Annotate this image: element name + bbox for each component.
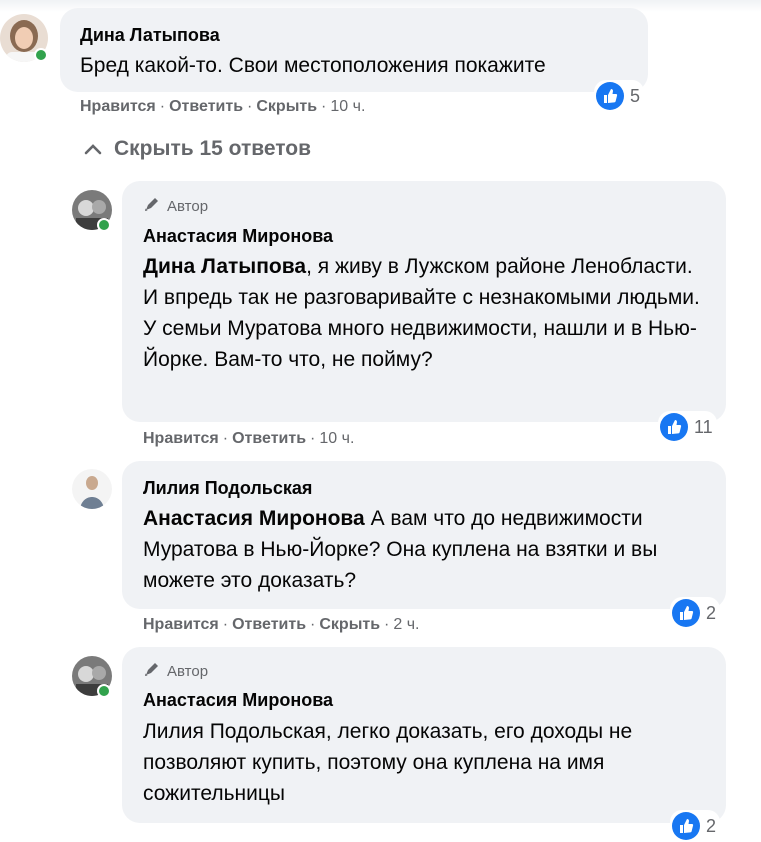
hide-replies-label: Скрыть 15 ответов	[114, 137, 312, 160]
like-reaction-icon	[596, 82, 624, 110]
reply-text: Дина Латыпова, я живу в Лужском районе Л…	[143, 251, 713, 375]
comment-time[interactable]: 10 ч.	[330, 98, 365, 115]
reaction-summary[interactable]: 2	[670, 597, 721, 629]
like-reaction-icon	[672, 812, 700, 840]
reply-time[interactable]: 10 ч.	[319, 430, 354, 447]
like-reaction-icon	[660, 413, 688, 441]
like-button[interactable]: Нравится	[143, 430, 219, 447]
mention-link[interactable]: Дина Латыпова	[143, 255, 306, 278]
reply-actions: Нравится · Ответить · 10 ч.	[143, 430, 355, 447]
reply-button[interactable]: Ответить	[232, 430, 306, 447]
reply-author[interactable]: Анастасия Миронова	[143, 226, 333, 247]
author-badge-label: Автор	[167, 662, 209, 680]
reply-actions: Нравится · Ответить · Скрыть · 2 ч.	[143, 616, 420, 633]
reply-author[interactable]: Анастасия Миронова	[143, 690, 333, 711]
like-button[interactable]: Нравится	[143, 616, 219, 633]
reply-button[interactable]: Ответить	[169, 98, 243, 115]
comment-author[interactable]: Дина Латыпова	[80, 25, 220, 46]
like-button[interactable]: Нравится	[80, 98, 156, 115]
reaction-count: 2	[706, 815, 717, 836]
avatar-podolskaya[interactable]	[72, 469, 112, 509]
reply-time[interactable]: 2 ч.	[393, 616, 419, 633]
reaction-summary[interactable]: 2	[670, 810, 721, 842]
reply-button[interactable]: Ответить	[232, 616, 306, 633]
hide-replies-button[interactable]: Скрыть 15 ответов	[84, 137, 311, 161]
author-badge: Автор	[143, 660, 208, 682]
reply-text: Лилия Подольская, легко доказать, его до…	[143, 720, 633, 805]
author-badge-label: Автор	[167, 197, 209, 215]
comment-actions: Нравится · Ответить · Скрыть · 10 ч.	[80, 98, 366, 115]
hide-button[interactable]: Скрыть	[256, 98, 317, 115]
online-status-dot	[97, 684, 111, 698]
chevron-up-icon	[84, 137, 102, 161]
online-status-dot	[97, 218, 111, 232]
reaction-summary[interactable]: 5	[594, 80, 645, 112]
reaction-count: 5	[630, 85, 641, 106]
mention-link[interactable]: Анастасия Миронова	[143, 507, 365, 530]
reaction-count: 11	[694, 416, 713, 437]
online-status-dot	[34, 48, 48, 62]
reaction-summary[interactable]: 11	[658, 411, 717, 443]
pen-icon	[143, 660, 161, 682]
reply-text: Анастасия Миронова А вам что до недвижим…	[143, 503, 713, 596]
hide-button[interactable]: Скрыть	[319, 616, 380, 633]
comment-text: Бред какой-то. Свои местоположения покаж…	[80, 54, 546, 77]
reply-author[interactable]: Лилия Подольская	[143, 478, 312, 499]
author-badge: Автор	[143, 195, 208, 217]
pen-icon	[143, 195, 161, 217]
like-reaction-icon	[672, 599, 700, 627]
reaction-count: 2	[706, 602, 717, 623]
